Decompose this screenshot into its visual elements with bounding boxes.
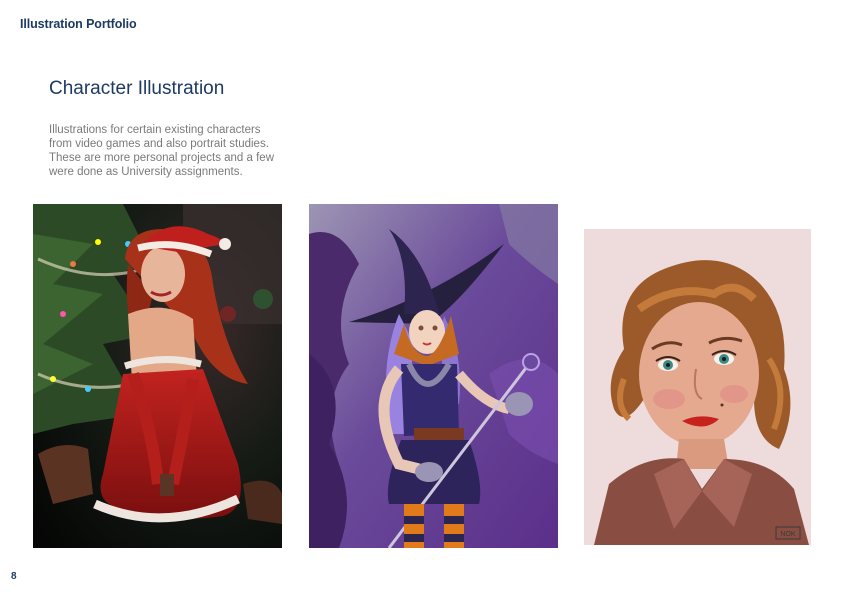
witch-illustration-image — [309, 204, 558, 548]
santa-illustration-image — [33, 204, 282, 548]
description-line: were done as University assignments. — [49, 166, 243, 178]
description-line: These are more personal projects and a f… — [49, 152, 275, 164]
header-title: Illustration Portfolio — [20, 17, 137, 31]
section-title: Character Illustration — [49, 78, 225, 99]
portrait-illustration-image: NOK — [584, 229, 811, 545]
description-line: from video games and also portrait studi… — [49, 138, 269, 150]
page-number: 8 — [11, 571, 17, 582]
artist-signature: NOK — [780, 531, 796, 538]
section-description: Illustrations for certain existing chara… — [49, 123, 299, 179]
description-line: Illustrations for certain existing chara… — [49, 124, 261, 136]
